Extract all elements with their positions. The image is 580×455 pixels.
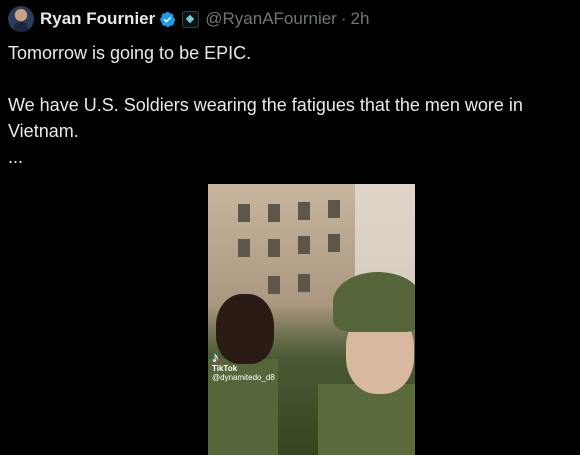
tweet-line: We have U.S. Soldiers wearing the fatigu… <box>8 95 523 141</box>
tiktok-username: @dynamitedo_d8 <box>212 373 275 382</box>
video-thumbnail[interactable]: ♪ TikTok @dynamitedo_d8 <box>208 184 415 455</box>
tweet-header: Ryan Fournier @RyanAFournier · 2h <box>40 6 369 32</box>
tiktok-brand: TikTok <box>212 364 238 373</box>
display-name[interactable]: Ryan Fournier <box>40 6 155 32</box>
tiktok-logo-icon: ♪ <box>212 349 219 365</box>
tweet-text: Tomorrow is going to be EPIC. We have U.… <box>8 40 568 170</box>
affiliation-badge-icon[interactable] <box>182 10 200 28</box>
tweet-line: Tomorrow is going to be EPIC. <box>8 43 252 63</box>
header-separator: · <box>340 9 347 28</box>
tweet-line: ... <box>8 147 24 167</box>
helmet <box>333 272 415 332</box>
soldier-right <box>318 384 415 455</box>
tiktok-watermark: ♪ TikTok @dynamitedo_d8 <box>212 350 275 382</box>
user-handle[interactable]: @RyanAFournier <box>205 6 337 32</box>
avatar[interactable] <box>8 6 34 32</box>
verified-badge-icon[interactable] <box>159 11 176 28</box>
tweet-timestamp[interactable]: 2h <box>351 6 370 32</box>
